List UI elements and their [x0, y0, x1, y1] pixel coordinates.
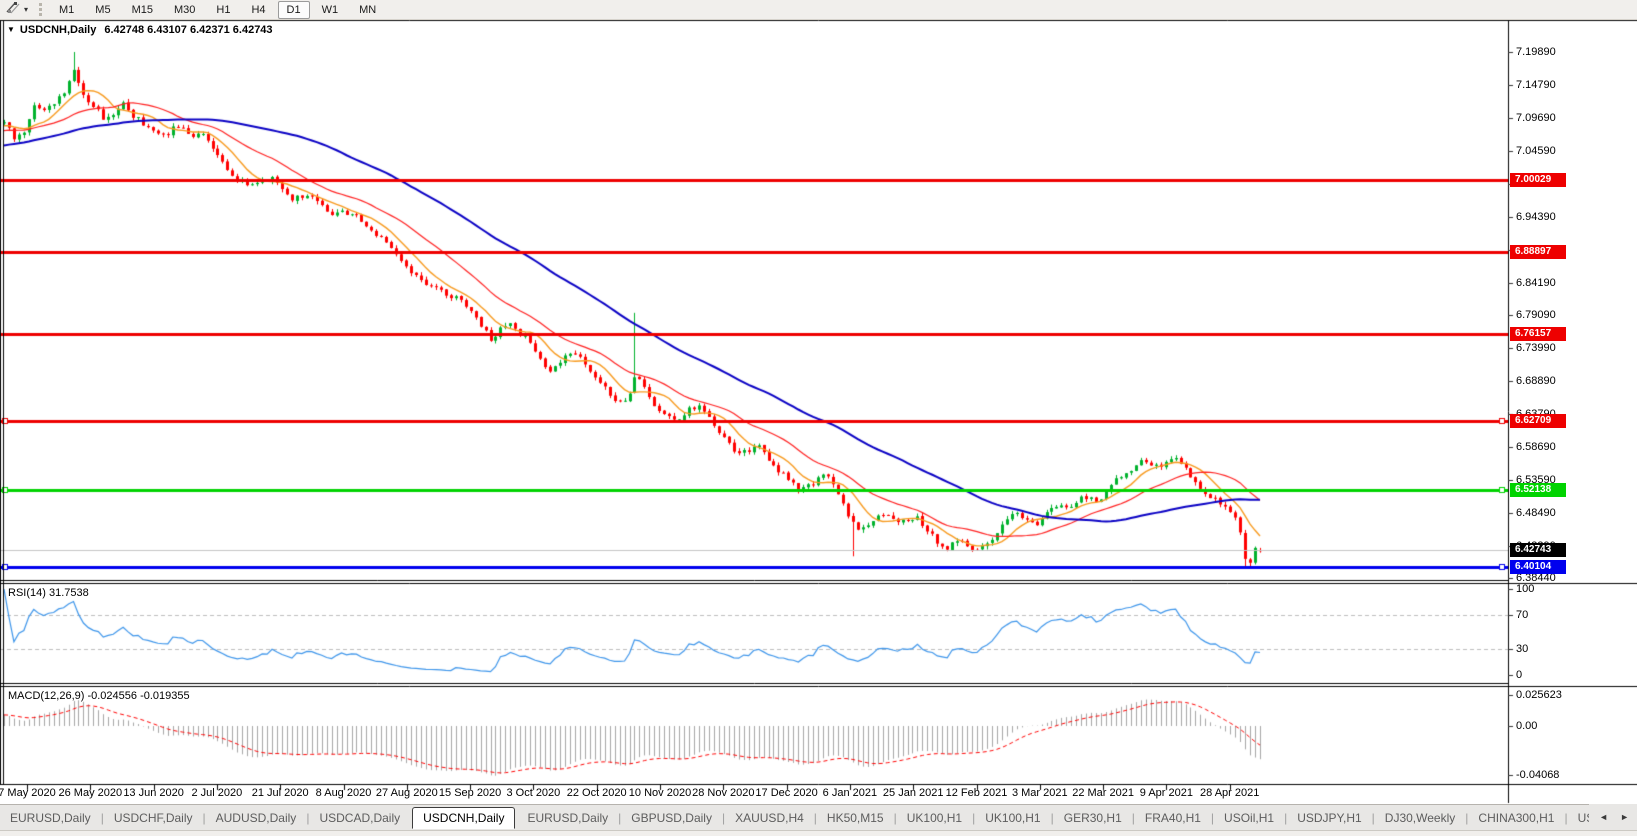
price-axis-tick: 6.48490: [1516, 507, 1556, 519]
rsi-axis-tick: 30: [1516, 643, 1528, 655]
timeframe-button-w1[interactable]: W1: [313, 1, 348, 19]
time-axis-label: 26 May 2020: [58, 787, 122, 799]
time-axis-label: 10 Nov 2020: [629, 787, 691, 799]
chart-tab-ger30-h1[interactable]: GER30,H1: [1054, 808, 1132, 828]
chart-tab-gbpusd-daily[interactable]: GBPUSD,Daily: [621, 808, 722, 828]
chart-tab-audusd-daily[interactable]: AUDUSD,Daily: [206, 808, 307, 828]
chart-tab-usdchf-daily[interactable]: USDCHF,Daily: [104, 808, 203, 828]
tab-scroll-controls: ◄ ►: [1589, 804, 1637, 830]
timeframe-button-d1[interactable]: D1: [278, 1, 310, 19]
status-bar: [0, 830, 1637, 836]
macd-indicator-label: MACD(12,26,9) -0.024556 -0.019355: [8, 690, 190, 702]
price-tag-6.76157: 6.76157: [1510, 327, 1566, 341]
line-studies-button[interactable]: ▾: [4, 0, 30, 20]
timeframe-button-m15[interactable]: M15: [123, 1, 162, 19]
price-tag-6.62709: 6.62709: [1510, 414, 1566, 428]
time-axis-label: 17 Dec 2020: [755, 787, 817, 799]
price-tag-6.88897: 6.88897: [1510, 245, 1566, 259]
timeframe-button-m30[interactable]: M30: [165, 1, 204, 19]
timeframe-button-group: M1M5M15M30H1H4D1W1MN: [50, 1, 385, 19]
price-tag-6.52138: 6.52138: [1510, 483, 1566, 497]
price-tag-6.40104: 6.40104: [1510, 560, 1566, 574]
price-axis-tick: 6.84190: [1516, 277, 1556, 289]
price-axis-tick: 7.14790: [1516, 79, 1556, 91]
price-axis-tick: 6.68890: [1516, 375, 1556, 387]
chart-dropdown-icon[interactable]: ▼: [7, 25, 15, 34]
chart-tab-eurusd-daily[interactable]: EURUSD,Daily: [0, 808, 101, 828]
price-axis-tick: 7.04590: [1516, 145, 1556, 157]
chart-tab-xauusd-h4[interactable]: XAUUSD,H4: [725, 808, 814, 828]
price-axis-tick: 6.94390: [1516, 211, 1556, 223]
timeframe-button-m5[interactable]: M5: [86, 1, 119, 19]
time-axis-label: 21 Jul 2020: [252, 787, 309, 799]
time-axis-label: 12 Feb 2021: [946, 787, 1008, 799]
chart-tab-usdcad-daily[interactable]: USDCAD,Daily: [309, 808, 410, 828]
rsi-axis-tick: 100: [1516, 583, 1534, 595]
time-axis-label: 28 Nov 2020: [692, 787, 754, 799]
macd-axis-tick: 0.025623: [1516, 689, 1562, 701]
price-axis-tick: 7.19890: [1516, 46, 1556, 58]
time-axis-label: 25 Jan 2021: [883, 787, 944, 799]
timeframe-button-h1[interactable]: H1: [207, 1, 239, 19]
price-tag-7.00029: 7.00029: [1510, 173, 1566, 187]
time-axis-label: 28 Apr 2021: [1200, 787, 1259, 799]
chart-tab-fra40-h1[interactable]: FRA40,H1: [1135, 808, 1211, 828]
rsi-axis-tick: 70: [1516, 609, 1528, 621]
time-axis-label: 27 Aug 2020: [376, 787, 438, 799]
tab-scroll-right-icon[interactable]: ►: [1620, 812, 1629, 822]
chart-title: ▼ USDCNH,Daily 6.42748 6.43107 6.42371 6.4…: [7, 24, 273, 36]
macd-axis-tick: -0.04068: [1516, 769, 1559, 781]
chart-tab-bar: EURUSD,Daily|USDCHF,Daily|AUDUSD,Daily|U…: [0, 804, 1637, 831]
timeframe-button-m1[interactable]: M1: [50, 1, 83, 19]
chart-tab-usdjpy-h1[interactable]: USDJPY,H1: [1287, 808, 1371, 828]
line-studies-icon: [6, 0, 21, 19]
time-axis-label: 7 May 2020: [0, 787, 56, 799]
toolbar-grip[interactable]: [39, 3, 42, 16]
chart-ohlc-values: 6.42748 6.43107 6.42371 6.42743: [104, 24, 272, 36]
time-axis-label: 22 Oct 2020: [567, 787, 627, 799]
rsi-axis-tick: 0: [1516, 669, 1522, 681]
time-axis-label: 9 Apr 2021: [1140, 787, 1193, 799]
axis-overlay: 7.198907.147907.096907.045906.994906.943…: [0, 0, 1637, 835]
chart-tab-usoil-h1[interactable]: USOil,H1: [1214, 808, 1284, 828]
chart-tab-china300-h1[interactable]: CHINA300,H1: [1468, 808, 1564, 828]
price-tag-6.42743: 6.42743: [1510, 543, 1566, 557]
chart-symbol-label: USDCNH,Daily: [20, 24, 96, 36]
time-axis-label: 6 Jan 2021: [823, 787, 877, 799]
time-axis-label: 8 Aug 2020: [316, 787, 372, 799]
price-axis-tick: 6.58690: [1516, 441, 1556, 453]
price-axis-tick: 6.73990: [1516, 342, 1556, 354]
price-axis-tick: 7.09690: [1516, 112, 1556, 124]
time-axis-label: 3 Oct 2020: [506, 787, 560, 799]
chart-tab-hk50-m15[interactable]: HK50,M15: [817, 808, 894, 828]
time-axis-label: 13 Jun 2020: [123, 787, 184, 799]
chart-tab-dj30-weekly[interactable]: DJ30,Weekly: [1375, 808, 1465, 828]
timeframe-button-mn[interactable]: MN: [350, 1, 385, 19]
toolbar: ▾ M1M5M15M30H1H4D1W1MN: [0, 0, 1637, 20]
time-axis-label: 22 Mar 2021: [1072, 787, 1134, 799]
chart-tab-uk100-h1[interactable]: UK100,H1: [975, 808, 1050, 828]
price-axis-tick: 6.79090: [1516, 309, 1556, 321]
chart-tab-usdcnh-daily[interactable]: USDCNH,Daily: [412, 807, 515, 829]
chart-tab-eurusd-daily[interactable]: EURUSD,Daily: [517, 808, 618, 828]
chevron-down-icon: ▾: [24, 5, 28, 14]
tab-scroll-left-icon[interactable]: ◄: [1599, 812, 1608, 822]
rsi-indicator-label: RSI(14) 31.7538: [8, 587, 89, 599]
timeframe-button-h4[interactable]: H4: [242, 1, 274, 19]
macd-axis-tick: 0.00: [1516, 720, 1537, 732]
time-axis-label: 15 Sep 2020: [439, 787, 501, 799]
time-axis-label: 2 Jul 2020: [192, 787, 243, 799]
time-axis-label: 3 Mar 2021: [1012, 787, 1068, 799]
chart-tab-uk100-h1[interactable]: UK100,H1: [897, 808, 972, 828]
